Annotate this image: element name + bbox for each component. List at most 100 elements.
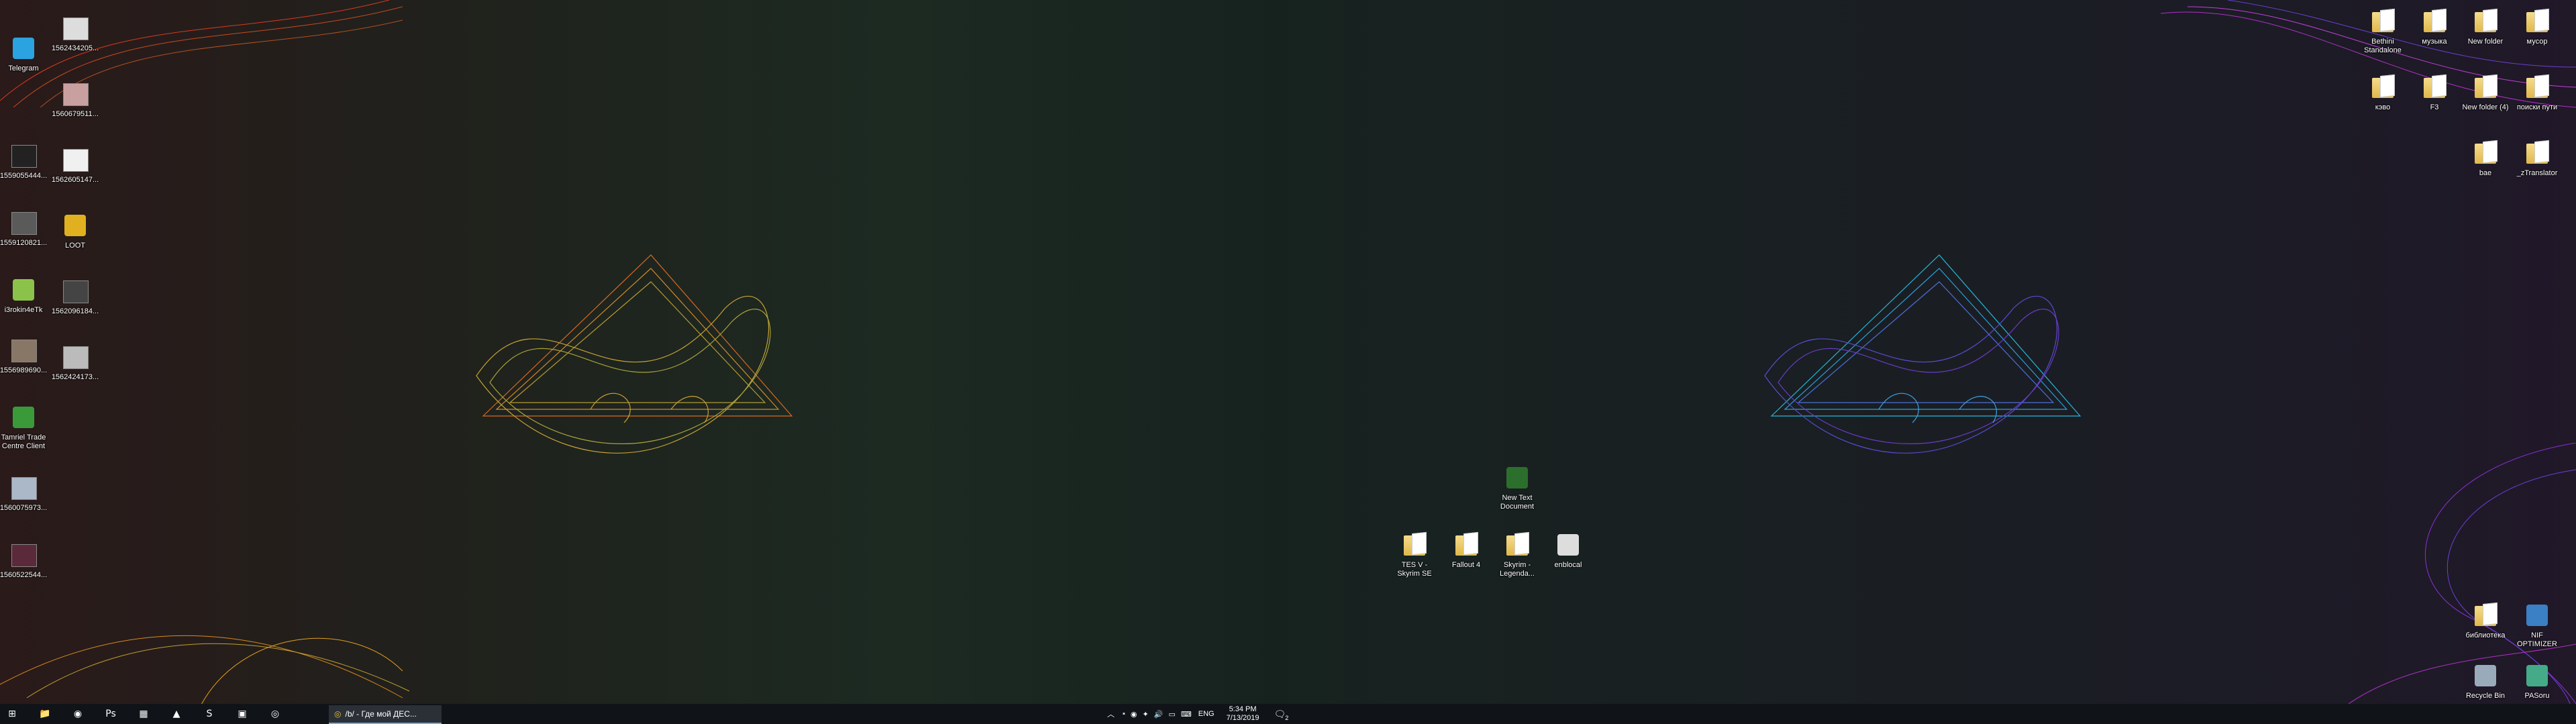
desktop-icon-label: enblocal xyxy=(1554,561,1582,569)
tray-overflow-chevron-icon[interactable]: ︿ xyxy=(1107,709,1115,719)
desktop-icon[interactable]: 1560522544... xyxy=(0,540,48,580)
folder-icon xyxy=(2471,7,2500,36)
taskbar-file-explorer-icon[interactable]: 📁 xyxy=(33,706,57,722)
desktop-icon[interactable]: Telegram xyxy=(0,34,48,73)
desktop-icon-label: bae xyxy=(2479,169,2492,177)
desktop-icon[interactable]: Tamriel Trade Centre Client xyxy=(0,403,48,451)
tray-steam-icon[interactable]: ◉ xyxy=(1131,710,1137,719)
image-file-icon xyxy=(9,473,38,503)
desktop-icon[interactable]: 1556989690... xyxy=(0,335,48,375)
desktop-icon-label: New Text Document xyxy=(1500,494,1535,511)
taskbar-chrome-icon[interactable]: ◎ xyxy=(263,706,287,722)
desktop-icon-label: 1562605147... xyxy=(51,176,99,184)
desktop-icon[interactable]: 1562424173... xyxy=(50,342,100,382)
wallpaper-art-left-triangle xyxy=(476,254,793,454)
taskbar-app-4-icon[interactable]: ▦ xyxy=(132,706,156,722)
taskbar-start-button-icon[interactable]: ⊞ xyxy=(0,706,24,722)
desktop-icon-label: библиотека xyxy=(2465,631,2506,639)
desktop-icon-label: 1560522544... xyxy=(0,571,48,579)
folder-icon xyxy=(2522,7,2552,36)
desktop-icon-label: New folder (4) xyxy=(2462,103,2509,111)
folder-icon xyxy=(2522,72,2552,102)
ime-icon[interactable]: ⌨ xyxy=(1181,710,1192,719)
desktop-icon[interactable]: F3 xyxy=(2410,72,2459,112)
folder-icon xyxy=(2368,72,2398,102)
image-file-icon xyxy=(9,208,38,238)
desktop-icon-label: Skyrim - Legenda... xyxy=(1500,561,1535,578)
taskbar-steam-icon[interactable]: ◉ xyxy=(66,706,90,722)
taskbar: ⊞ 📁 ◉ Ps ▦ ▲ S ▣ ◎ ◎ /b/ - Где мой ДЕС... ︿ ▪ ◉ … xyxy=(0,704,2576,724)
desktop-icon[interactable]: мусор xyxy=(2512,7,2562,46)
wallpaper-swirl-bottom-left xyxy=(0,635,410,705)
folder-icon xyxy=(2522,138,2552,168)
image-file-icon xyxy=(9,335,38,365)
desktop-icon[interactable]: библиотека xyxy=(2461,601,2510,640)
folder-icon xyxy=(2471,601,2500,630)
taskbar-chrome-window-button[interactable]: ◎ /b/ - Где мой ДЕС... xyxy=(329,705,442,724)
desktop-icon[interactable]: 1560679511... xyxy=(50,79,100,119)
desktop-icon[interactable]: Fallout 4 xyxy=(1441,530,1491,570)
network-icon[interactable]: ▭ xyxy=(1168,710,1175,719)
desktop-icon-label: TES V - Skyrim SE xyxy=(1397,561,1432,578)
desktop-icon[interactable]: 1562434205... xyxy=(50,13,100,53)
clock[interactable]: 5:34 PM 7/13/2019 xyxy=(1227,705,1259,723)
notification-center-icon[interactable]: 🗨 2 xyxy=(1274,709,1289,721)
desktop-icon[interactable]: поиски пути xyxy=(2512,72,2562,112)
notepad-icon xyxy=(1502,463,1532,493)
folder-icon xyxy=(2420,7,2449,36)
desktop-icon[interactable]: enblocal xyxy=(1543,530,1593,570)
desktop-icon[interactable]: 1562605147... xyxy=(50,145,100,185)
desktop-icon[interactable]: кэво xyxy=(2358,72,2408,112)
desktop-icon[interactable]: 1560075973... xyxy=(0,473,48,513)
desktop-icon-label: _zTranslator xyxy=(2516,169,2558,177)
desktop-icon[interactable]: New Text Document xyxy=(1492,463,1542,511)
desktop-icon[interactable]: NIF OPTIMIZER xyxy=(2512,601,2562,649)
desktop-icon[interactable]: Skyrim - Legenda... xyxy=(1492,530,1542,578)
image-file-icon xyxy=(60,79,90,109)
tray-app-icon-2[interactable]: ✦ xyxy=(1143,710,1149,719)
nif-icon xyxy=(2522,601,2552,630)
desktop-icon[interactable]: New folder (4) xyxy=(2461,72,2510,112)
desktop-icon[interactable]: New folder xyxy=(2461,7,2510,46)
desktop-icon-label: 1560075973... xyxy=(0,504,48,512)
tray-app-icon-1[interactable]: ▪ xyxy=(1123,710,1125,718)
desktop-icon[interactable]: bae xyxy=(2461,138,2510,178)
desktop-icon-label: 1562434205... xyxy=(51,44,99,52)
desktop-icon[interactable]: i3rokin4eTk xyxy=(0,275,48,315)
desktop-icon-label: 1560679511... xyxy=(52,110,99,118)
language-indicator[interactable]: ENG xyxy=(1198,710,1215,718)
desktop-icon[interactable]: TES V - Skyrim SE xyxy=(1390,530,1439,578)
desktop-icon-label: поиски пути xyxy=(2516,103,2558,111)
desktop-icon[interactable]: LOOT xyxy=(50,211,100,250)
desktop-icon[interactable]: музыка xyxy=(2410,7,2459,46)
taskbar-app-6-icon[interactable]: S xyxy=(197,706,221,722)
desktop-icon[interactable]: 1559055444... xyxy=(0,141,48,180)
chrome-icon: ◎ xyxy=(334,709,342,719)
folder-icon xyxy=(1451,530,1481,560)
settings-file-icon xyxy=(1553,530,1583,560)
desktop-icon-label: LOOT xyxy=(65,242,85,250)
desktop-icon[interactable]: 1559120821... xyxy=(0,208,48,248)
volume-icon[interactable]: 🔊 xyxy=(1154,710,1164,719)
desktop-icon[interactable]: 1562096184... xyxy=(50,276,100,316)
notification-count-badge: 2 xyxy=(1285,714,1289,721)
desktop-icon[interactable]: Recycle Bin xyxy=(2461,661,2510,701)
desktop-icon[interactable]: _zTranslator xyxy=(2512,138,2562,178)
image-file-icon xyxy=(9,540,38,570)
folder-icon xyxy=(2368,7,2398,36)
folder-icon xyxy=(1400,530,1429,560)
taskbar-photoshop-icon[interactable]: Ps xyxy=(99,706,123,722)
desktop-icon-label: New folder xyxy=(2467,38,2504,46)
wallpaper-art-right-triangle xyxy=(1764,254,2081,454)
clock-date: 7/13/2019 xyxy=(1226,714,1259,722)
ttc-icon xyxy=(9,403,38,432)
desktop-icon-label: 1559120821... xyxy=(0,239,48,247)
desktop-icon[interactable]: Bethini Standalone xyxy=(2358,7,2408,55)
taskbar-app-5-icon[interactable]: ▲ xyxy=(164,706,189,722)
loot-icon xyxy=(60,211,90,240)
desktop-icon-label: 1562424173... xyxy=(51,373,99,381)
image-file-icon xyxy=(60,13,90,43)
desktop-icon[interactable]: PASoru xyxy=(2512,661,2562,701)
taskbar-app-7-icon[interactable]: ▣ xyxy=(230,706,254,722)
system-tray: ︿ ▪ ◉ ✦ 🔊 ▭ ⌨ ENG 5:34 PM 7/13/2019 🗨 2 xyxy=(1107,704,1289,724)
